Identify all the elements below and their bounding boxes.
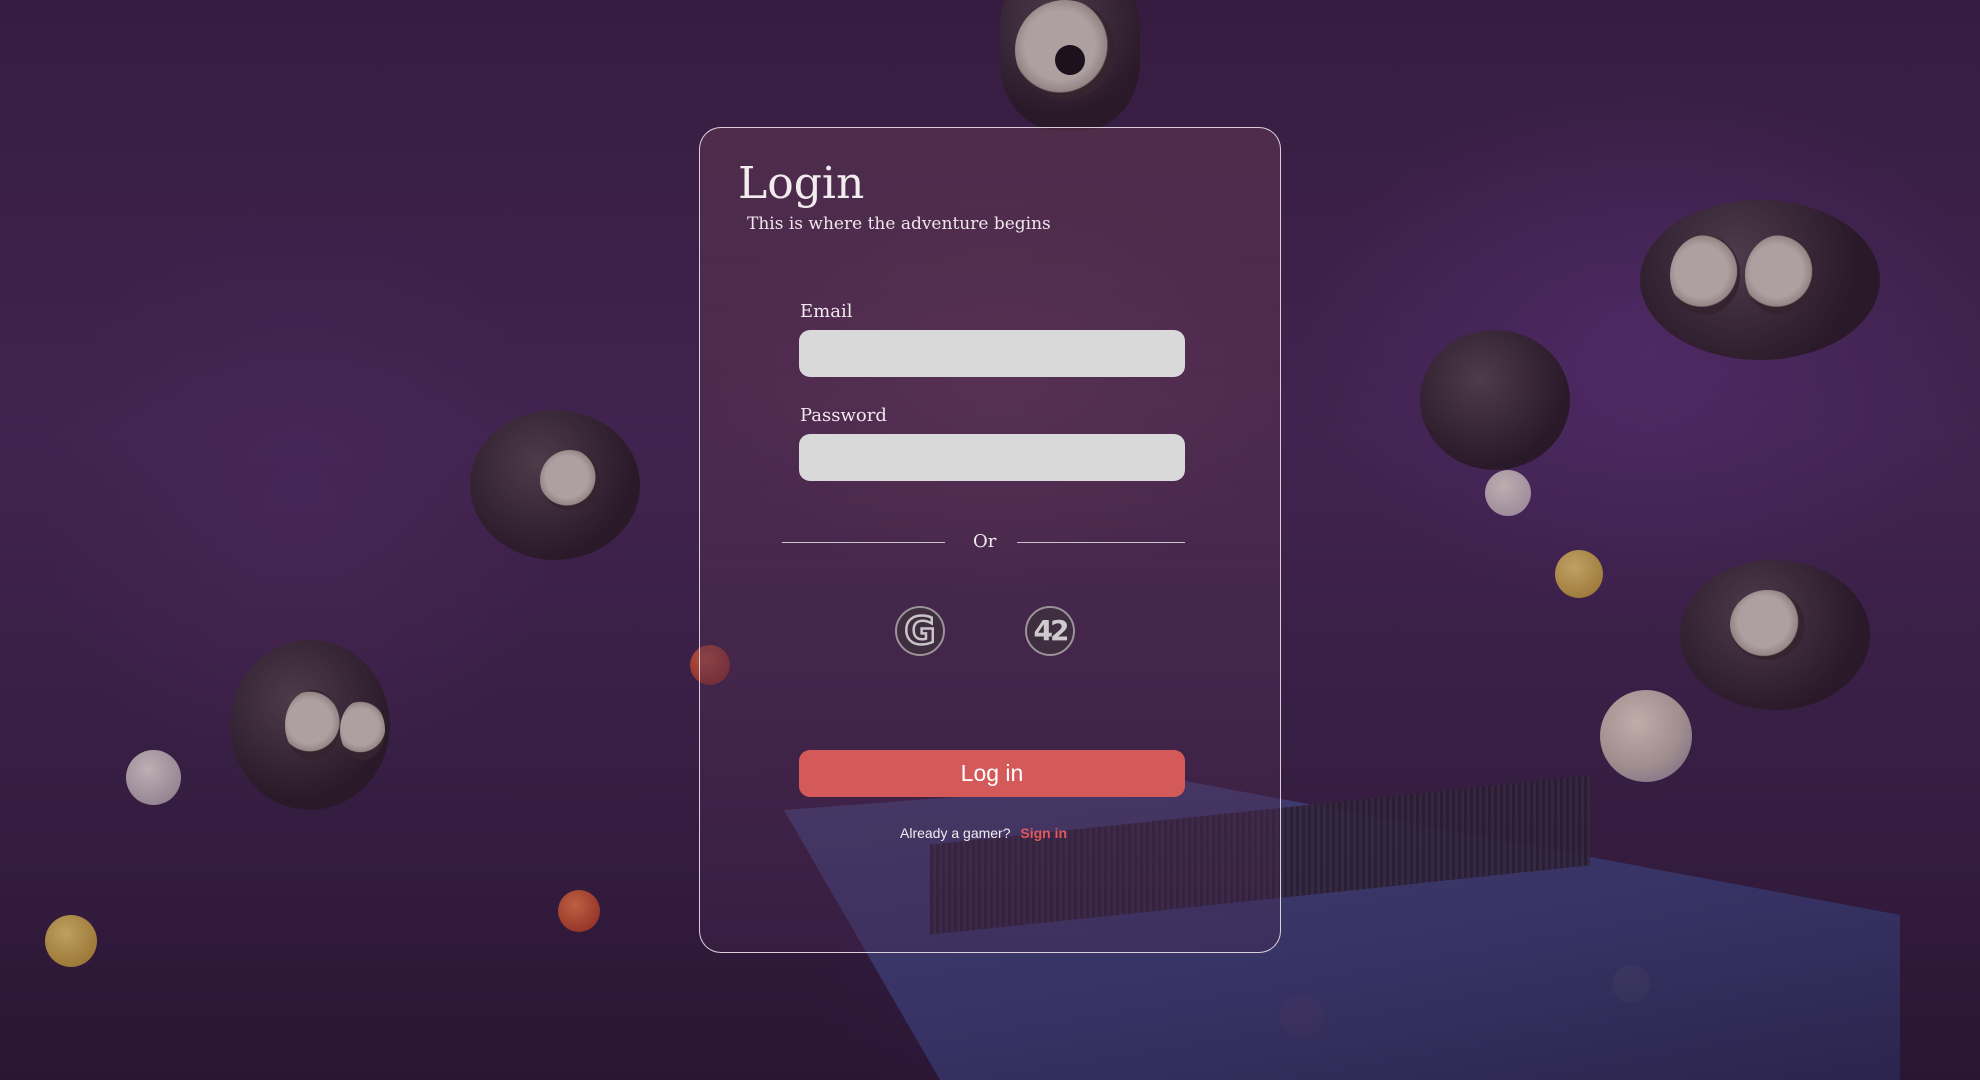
- email-field[interactable]: [799, 330, 1185, 377]
- 42-icon: 42: [1033, 614, 1070, 647]
- password-field[interactable]: [799, 434, 1185, 481]
- page-title: Login: [738, 158, 865, 209]
- divider-text: Or: [973, 531, 997, 552]
- divider-line-left: [782, 542, 945, 543]
- password-label: Password: [800, 405, 887, 426]
- divider-line-right: [1017, 542, 1185, 543]
- login-card: Login This is where the adventure begins…: [699, 127, 1281, 953]
- signup-prompt-text: Already a gamer?: [900, 825, 1011, 841]
- login-button[interactable]: Log in: [799, 750, 1185, 797]
- 42-login-button[interactable]: 42: [1025, 606, 1075, 656]
- page-subtitle: This is where the adventure begins: [747, 214, 1051, 234]
- signup-prompt: Already a gamer? Sign in: [900, 825, 1067, 841]
- google-icon: G: [903, 609, 937, 653]
- email-label: Email: [800, 301, 853, 322]
- sign-in-link[interactable]: Sign in: [1020, 825, 1067, 841]
- google-login-button[interactable]: G: [895, 606, 945, 656]
